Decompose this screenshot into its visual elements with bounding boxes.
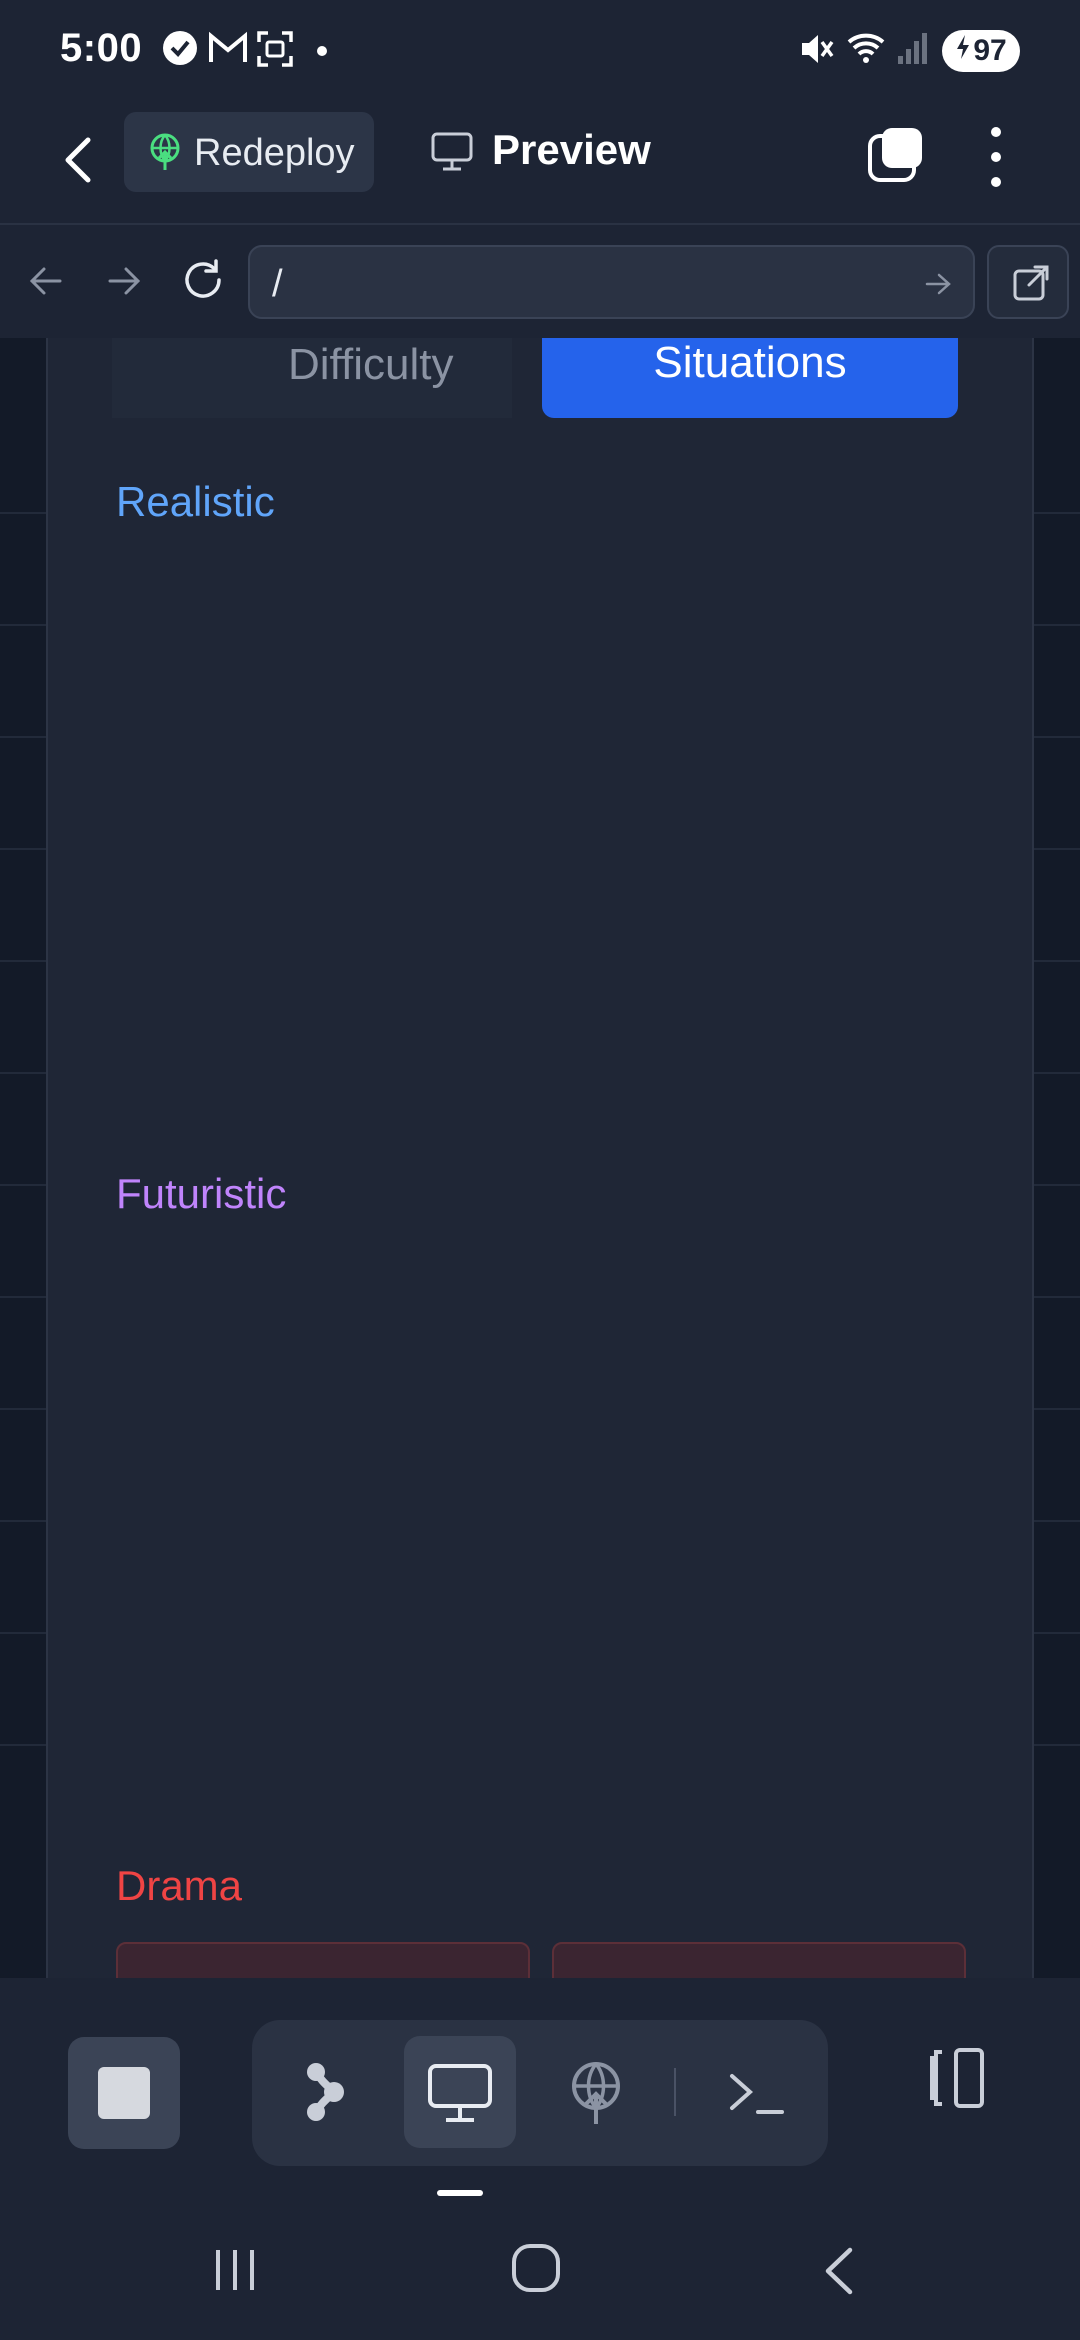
- chevron-left-icon: [825, 2247, 853, 2295]
- deploy-button[interactable]: [540, 2036, 652, 2148]
- grid-line: [0, 624, 46, 626]
- system-navigation-bar: [0, 2178, 1080, 2340]
- split-view-icon: [930, 2048, 984, 2108]
- dot-icon: [316, 44, 328, 62]
- grid-line: [1034, 1632, 1080, 1634]
- wifi-icon: [846, 30, 888, 71]
- battery-indicator: 97: [942, 30, 1020, 72]
- content-card: Difficulty Situations Realistic Futurist…: [46, 338, 1034, 1978]
- home-button[interactable]: [510, 2242, 562, 2299]
- signal-icon: [896, 30, 930, 71]
- redeploy-button[interactable]: Redeploy: [124, 112, 374, 192]
- status-time: 5:00: [60, 26, 143, 70]
- browser-back-button[interactable]: [26, 261, 66, 306]
- battery-level: 97: [973, 34, 1007, 67]
- grid-line: [0, 1184, 46, 1186]
- grid-line: [0, 960, 46, 962]
- deploy-globe-icon: [146, 132, 184, 177]
- git-branch-button[interactable]: [268, 2036, 380, 2148]
- redeploy-label: Redeploy: [194, 132, 355, 174]
- stop-button[interactable]: [68, 2037, 180, 2149]
- grid-line: [0, 1296, 46, 1298]
- reload-icon: [185, 259, 221, 298]
- recent-apps-icon: [216, 2250, 254, 2290]
- grid-line: [1034, 736, 1080, 738]
- arrow-right-icon: [925, 273, 951, 295]
- toolbar-divider: [674, 2068, 676, 2116]
- grid-line: [1034, 624, 1080, 626]
- preview-monitor-button[interactable]: [404, 2036, 516, 2148]
- tab-difficulty[interactable]: Difficulty: [112, 338, 512, 418]
- more-menu-button[interactable]: [978, 122, 1014, 192]
- tab-difficulty-label: Difficulty: [288, 340, 454, 389]
- grid-line: [0, 1072, 46, 1074]
- url-text: /: [272, 263, 283, 305]
- grid-line: [0, 736, 46, 738]
- toolbar-group: [252, 2020, 828, 2166]
- browser-url-row: /: [0, 225, 1080, 338]
- reload-button[interactable]: [180, 257, 226, 308]
- grid-line: [1034, 1296, 1080, 1298]
- tab-situations[interactable]: Situations: [542, 338, 958, 418]
- monitor-icon: [428, 2064, 492, 2122]
- grid-line: [1034, 1744, 1080, 1746]
- mute-icon: [798, 30, 834, 73]
- drama-card[interactable]: [116, 1942, 530, 1978]
- terminal-icon: [730, 2074, 784, 2114]
- section-title-futuristic: Futuristic: [116, 1170, 287, 1217]
- drama-card[interactable]: [552, 1942, 966, 1978]
- grid-line: [0, 1520, 46, 1522]
- screenshot-icon: [256, 30, 294, 73]
- app-bar: Redeploy Preview: [0, 100, 1080, 225]
- grid-line: [0, 1744, 46, 1746]
- tab-situations-label: Situations: [653, 338, 847, 387]
- charging-icon: [955, 34, 971, 68]
- open-external-button[interactable]: [987, 245, 1069, 319]
- home-icon: [512, 2244, 560, 2292]
- monitor-icon: [430, 130, 474, 177]
- home-indicator: [437, 2190, 483, 2196]
- section-title-drama: Drama: [116, 1862, 243, 1909]
- git-branch-icon: [307, 2063, 344, 2121]
- webview-content: Difficulty Situations Realistic Futurist…: [0, 338, 1080, 1978]
- grid-line: [1034, 512, 1080, 514]
- section-title-realistic: Realistic: [116, 478, 275, 525]
- url-input[interactable]: /: [248, 245, 975, 319]
- grid-line: [0, 512, 46, 514]
- check-circle-icon: [162, 30, 198, 71]
- chevron-left-icon: [65, 137, 91, 183]
- grid-line: [0, 1632, 46, 1634]
- terminal-button[interactable]: [700, 2036, 812, 2148]
- bottom-toolbar: [0, 1978, 1080, 2178]
- grid-line: [0, 848, 46, 850]
- split-view-button[interactable]: [918, 2040, 994, 2121]
- deploy-globe-icon: [572, 2062, 620, 2124]
- arrow-right-icon: [108, 267, 141, 295]
- tabs-button[interactable]: [866, 124, 926, 189]
- grid-line: [1034, 848, 1080, 850]
- system-back-button[interactable]: [816, 2246, 862, 2301]
- grid-line: [1034, 1184, 1080, 1186]
- status-bar: 5:00 97: [0, 0, 1080, 100]
- url-go-button[interactable]: [923, 269, 953, 304]
- grid-line: [1034, 1072, 1080, 1074]
- gmail-icon: [208, 30, 248, 71]
- grid-line: [0, 1408, 46, 1410]
- external-link-icon: [1013, 265, 1049, 301]
- preview-title: Preview: [492, 126, 651, 173]
- browser-forward-button[interactable]: [104, 261, 144, 306]
- grid-line: [1034, 960, 1080, 962]
- back-button[interactable]: [50, 128, 110, 192]
- grid-line: [1034, 1520, 1080, 1522]
- more-vertical-icon: [991, 127, 1001, 187]
- tabs-icon: [868, 128, 922, 182]
- grid-line: [1034, 1408, 1080, 1410]
- stop-icon: [98, 2067, 150, 2119]
- arrow-left-icon: [29, 267, 62, 295]
- recent-apps-button[interactable]: [212, 2246, 258, 2297]
